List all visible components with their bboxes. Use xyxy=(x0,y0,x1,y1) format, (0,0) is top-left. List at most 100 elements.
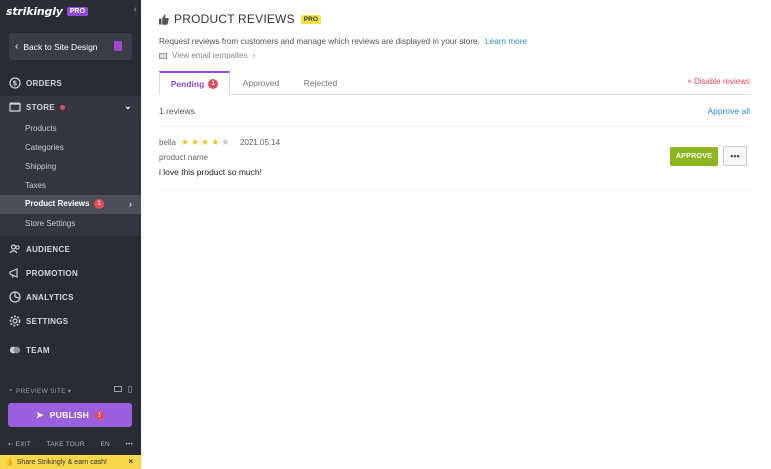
product-reviews-count-badge: 1 xyxy=(94,199,104,209)
tab-pending-label: Pending xyxy=(170,78,205,89)
collapse-sidebar-icon[interactable]: ‹ xyxy=(134,4,137,15)
chevron-right-icon: › xyxy=(129,199,132,209)
store-notification-dot xyxy=(59,104,65,110)
review-product: product name xyxy=(159,153,208,162)
nav-analytics[interactable]: ANALYTICS xyxy=(0,286,141,308)
review-tabs: Pending 1 Approved Rejected × Disable re… xyxy=(159,71,750,95)
divider xyxy=(159,126,750,127)
nav-team-label: TEAM xyxy=(26,345,50,355)
more-options-icon[interactable]: ••• xyxy=(126,441,133,448)
chevron-left-icon: ‹ xyxy=(15,41,19,52)
sidebar-item-store-settings[interactable]: Store Settings xyxy=(25,219,75,228)
nav-analytics-label: ANALYTICS xyxy=(26,292,74,302)
learn-more-link[interactable]: Learn more xyxy=(485,37,527,46)
description-text: Request reviews from customers and manag… xyxy=(159,37,480,46)
nav-orders-label: ORDERS xyxy=(26,78,63,88)
close-icon[interactable]: × xyxy=(128,457,133,466)
nav-settings-label: SETTINGS xyxy=(26,316,69,326)
gear-icon xyxy=(9,315,21,327)
envelope-icon xyxy=(159,52,167,59)
desktop-preview-icon[interactable] xyxy=(114,386,122,392)
nav-store-label: STORE xyxy=(26,102,55,112)
analytics-icon xyxy=(9,291,21,303)
sidebar-item-taxes[interactable]: Taxes xyxy=(25,181,46,190)
site-design-icon xyxy=(114,41,122,51)
nav-promotion[interactable]: PROMOTION xyxy=(0,262,141,284)
divider xyxy=(159,189,750,190)
star-icon: ★ xyxy=(221,137,230,147)
exit-link[interactable]: ⇠ EXIT xyxy=(8,440,31,448)
search-icon: ⌕ xyxy=(9,387,13,394)
sidebar-item-product-reviews-label[interactable]: Product Reviews xyxy=(25,199,89,208)
approve-button[interactable]: APPROVE xyxy=(670,147,718,166)
brand-logo[interactable]: strikingly PRO xyxy=(6,4,88,18)
nav-audience[interactable]: AUDIENCE xyxy=(0,238,141,260)
caret-down-icon: ▾ xyxy=(67,388,72,395)
review-date: 2021.05.14 xyxy=(240,138,281,147)
exit-label: EXIT xyxy=(15,441,31,448)
star-icon: ★ xyxy=(191,137,200,147)
store-icon xyxy=(9,101,21,113)
audience-icon xyxy=(9,243,21,255)
tab-approved[interactable]: Approved xyxy=(231,71,291,95)
page-description: Request reviews from customers and manag… xyxy=(159,37,527,46)
nav-promotion-label: PROMOTION xyxy=(26,268,79,278)
view-email-templates-link[interactable]: View email tempaltes › xyxy=(159,51,255,60)
disable-reviews-button[interactable]: × Disable reviews xyxy=(687,77,750,86)
review-rating: ★ ★ ★ ★ ★ xyxy=(181,137,229,148)
share-banner[interactable]: 👍 Share Strikingly & earn cash! × xyxy=(0,455,141,469)
nav-store[interactable]: STORE ⌄ xyxy=(0,96,141,118)
disable-reviews-label: Disable reviews xyxy=(693,77,750,86)
chevron-right-icon: › xyxy=(252,51,256,60)
pending-count-badge: 1 xyxy=(208,78,219,89)
thumb-up-icon xyxy=(159,14,169,25)
rocket-icon: ➤ xyxy=(35,409,44,420)
brand-name: strikingly xyxy=(6,4,63,18)
tab-pending[interactable]: Pending 1 xyxy=(159,71,230,95)
language-selector[interactable]: EN xyxy=(100,441,109,448)
thumb-up-icon: 👍 xyxy=(5,459,14,466)
preview-site-label[interactable]: PREVIEW SITE xyxy=(16,388,66,395)
megaphone-icon xyxy=(9,267,21,279)
review-count: 1 reviews xyxy=(159,106,195,116)
nav-audience-label: AUDIENCE xyxy=(26,244,71,254)
nav-team[interactable]: TEAM xyxy=(0,339,141,361)
publish-warning-icon: ! xyxy=(95,410,105,420)
chevron-down-icon: ⌄ xyxy=(124,101,132,111)
star-icon: ★ xyxy=(181,137,190,147)
review-author: bella xyxy=(159,138,176,147)
nav-settings[interactable]: SETTINGS xyxy=(0,310,141,332)
review-item: bella ★ ★ ★ ★ ★ 2021.05.14 product name i lo… xyxy=(159,137,750,188)
brand-pro-badge: PRO xyxy=(66,6,88,16)
main-content: PRODUCT REVIEWS PRO Request reviews from… xyxy=(141,0,771,469)
approve-all-link[interactable]: Approve all xyxy=(707,106,750,116)
back-to-site-design-button[interactable]: ‹ Back to Site Design xyxy=(9,33,132,60)
dollar-circle-icon: $ xyxy=(9,77,21,89)
team-icon xyxy=(9,344,21,356)
star-icon: ★ xyxy=(201,137,210,147)
tab-rejected[interactable]: Rejected xyxy=(293,71,348,95)
preview-site-row[interactable]: ⌕ PREVIEW SITE ▾ xyxy=(9,386,132,396)
svg-text:$: $ xyxy=(12,80,17,88)
review-body: i love this product so much! xyxy=(159,167,262,177)
sidebar-item-products[interactable]: Products xyxy=(25,124,57,133)
back-button-label: Back to Site Design xyxy=(23,41,98,52)
arrow-left-icon: ⇠ xyxy=(8,441,16,448)
page-title: PRODUCT REVIEWS xyxy=(174,12,295,26)
share-banner-text: Share Strikingly & earn cash! xyxy=(16,458,107,466)
sidebar: strikingly PRO ‹ ‹ Back to Site Design $… xyxy=(0,0,141,469)
publish-label: PUBLISH xyxy=(49,410,90,420)
page-header: PRODUCT REVIEWS PRO xyxy=(159,12,321,26)
sidebar-item-shipping[interactable]: Shipping xyxy=(25,162,56,171)
mobile-preview-icon[interactable] xyxy=(128,386,132,393)
nav-orders[interactable]: $ ORDERS xyxy=(0,72,141,94)
star-icon: ★ xyxy=(211,137,220,147)
publish-button[interactable]: ➤ PUBLISH ! xyxy=(8,403,132,427)
sidebar-item-categories[interactable]: Categories xyxy=(25,143,64,152)
close-icon: × xyxy=(687,77,694,86)
sidebar-footer: ⇠ EXIT TAKE TOUR EN ••• xyxy=(8,440,133,449)
pro-badge: PRO xyxy=(300,14,321,24)
take-tour-link[interactable]: TAKE TOUR xyxy=(47,441,85,448)
email-templates-label: View email tempaltes xyxy=(172,51,248,60)
more-options-button[interactable]: ••• xyxy=(723,146,747,166)
